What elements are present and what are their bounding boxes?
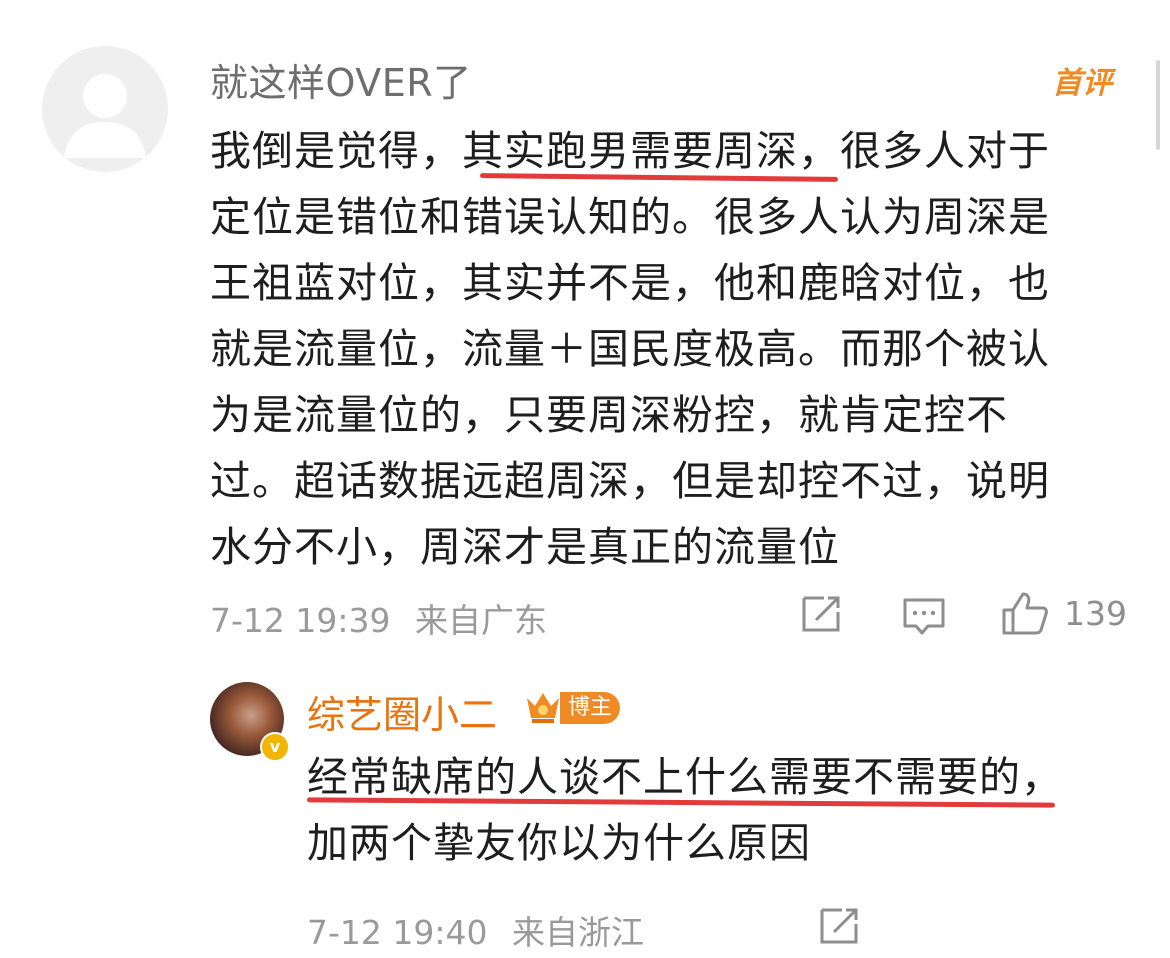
verified-icon: v — [260, 732, 290, 762]
timestamp: 7-12 19:39 — [210, 601, 391, 640]
like-count: 139 — [1064, 594, 1127, 633]
comment-meta: 7-12 19:39 来自广东 — [210, 594, 547, 642]
default-avatar-icon — [64, 74, 146, 158]
username[interactable]: 综艺圈小二 — [307, 684, 497, 739]
comment-icon[interactable] — [902, 596, 946, 636]
crown-icon — [524, 688, 562, 726]
timestamp: 7-12 19:40 — [307, 913, 488, 952]
comment-line: 水分不小，周深才是真正的流量位 — [210, 523, 840, 571]
avatar[interactable] — [42, 46, 168, 172]
repost-icon[interactable] — [800, 594, 844, 634]
reply-line: 加两个挚友你以为什么原因 — [307, 819, 811, 867]
comment-text: 我倒是觉得，其实跑男需要周深，很多人对于 定位是错位和错误认知的。很多人认为周深… — [210, 118, 1115, 580]
scrollbar[interactable] — [1156, 60, 1160, 150]
location: 来自浙江 — [512, 913, 644, 952]
comment-line: 为是流量位的，只要周深粉控，就肯定控不 — [210, 391, 1008, 439]
first-comment-badge: 首评 — [1052, 66, 1112, 101]
location: 来自广东 — [415, 601, 547, 640]
like-icon[interactable] — [1000, 590, 1050, 636]
repost-icon[interactable] — [818, 906, 862, 946]
comment-line: 王祖蓝对位，其实并不是，他和鹿晗对位，也 — [210, 259, 1050, 307]
comment-line: 过。超话数据远超周深，但是却控不过，说明 — [210, 457, 1050, 505]
reply-text: 经常缺席的人谈不上什么需要不需要的， 加两个挚友你以为什么原因 — [307, 744, 1137, 876]
comment-line: 就是流量位，流量＋国民度极高。而那个被认 — [210, 325, 1050, 373]
reply-meta: 7-12 19:40 来自浙江 — [307, 906, 644, 954]
blogger-badge: 博主 — [560, 692, 621, 724]
comment-line: 定位是错位和错误认知的。很多人认为周深是 — [210, 193, 1050, 241]
username[interactable]: 就这样OVER了 — [210, 52, 472, 107]
